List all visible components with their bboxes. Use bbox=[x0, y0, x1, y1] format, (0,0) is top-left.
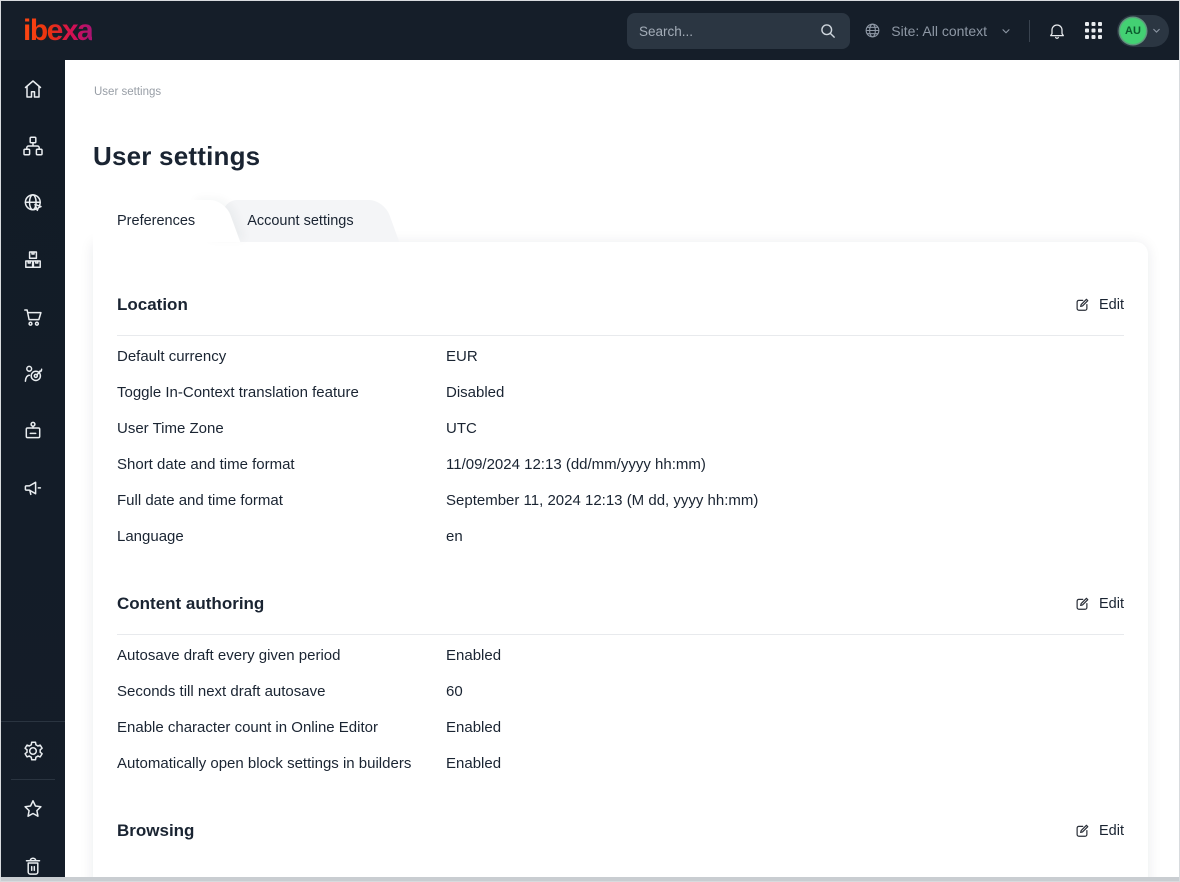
section-title: Location bbox=[117, 294, 188, 316]
settings-row: User Time ZoneUTC bbox=[117, 411, 1124, 447]
main-content: User settings User settings Preferences … bbox=[65, 60, 1179, 878]
row-label: Language bbox=[117, 527, 446, 547]
edit-icon bbox=[1073, 822, 1091, 840]
row-value: UTC bbox=[446, 419, 477, 439]
sidebar-item-content[interactable] bbox=[1, 117, 65, 174]
settings-row: Toggle In-Context translation featureDis… bbox=[117, 375, 1124, 411]
row-label: Automatically open block settings in bui… bbox=[117, 754, 446, 774]
sidebar-item-dashboard[interactable] bbox=[1, 60, 65, 117]
row-value: Enabled bbox=[446, 754, 501, 774]
section-title: Browsing bbox=[117, 820, 194, 842]
row-label: Autosave draft every given period bbox=[117, 646, 446, 666]
search-input[interactable] bbox=[639, 24, 818, 39]
preferences-panel: Location Edit Default currencyEUR Toggl bbox=[93, 242, 1148, 878]
chevron-down-icon bbox=[1000, 25, 1012, 37]
settings-row: Short date and time format11/09/2024 12:… bbox=[117, 447, 1124, 483]
sidebar-bottom-group bbox=[1, 721, 65, 878]
section-content-authoring: Content authoring Edit Autosave draft ev… bbox=[117, 593, 1124, 782]
sidebar-item-site[interactable] bbox=[1, 174, 65, 231]
page-title: User settings bbox=[93, 140, 1179, 172]
settings-row: Automatically open block settings in bui… bbox=[117, 746, 1124, 782]
settings-row: Full date and time formatSeptember 11, 2… bbox=[117, 483, 1124, 519]
settings-row: Enable character count in Online EditorE… bbox=[117, 710, 1124, 746]
row-label: Short date and time format bbox=[117, 455, 446, 475]
site-icon bbox=[21, 191, 45, 215]
breadcrumb: User settings bbox=[94, 86, 1179, 98]
row-label: Full date and time format bbox=[117, 491, 446, 511]
gear-icon bbox=[21, 739, 45, 763]
row-label: Enable character count in Online Editor bbox=[117, 718, 446, 738]
ibexa-logo[interactable]: ibexa bbox=[23, 14, 92, 48]
tab-label: Preferences bbox=[117, 213, 195, 229]
sidebar-item-marketing[interactable] bbox=[1, 459, 65, 516]
row-label: Seconds till next draft autosave bbox=[117, 682, 446, 702]
row-label: Toggle In-Context translation feature bbox=[117, 383, 446, 403]
tab-label: Account settings bbox=[247, 213, 353, 229]
personalization-icon bbox=[21, 362, 45, 386]
sidebar-item-people[interactable] bbox=[1, 402, 65, 459]
edit-icon bbox=[1073, 296, 1091, 314]
user-menu[interactable]: AU bbox=[1117, 15, 1169, 47]
content-structure-icon bbox=[21, 134, 45, 158]
home-icon bbox=[21, 77, 45, 101]
global-search[interactable] bbox=[627, 13, 850, 49]
sidebar-item-trash[interactable] bbox=[1, 837, 65, 878]
edit-label: Edit bbox=[1099, 596, 1124, 612]
sidebar-item-settings[interactable] bbox=[1, 722, 65, 779]
row-value: en bbox=[446, 527, 463, 547]
cart-icon bbox=[21, 305, 45, 329]
row-value: 60 bbox=[446, 682, 463, 702]
topbar-divider bbox=[1029, 20, 1030, 42]
products-icon bbox=[21, 248, 45, 272]
globe-icon bbox=[863, 21, 882, 40]
row-value: 11/09/2024 12:13 (dd/mm/yyyy hh:mm) bbox=[446, 455, 706, 475]
settings-row: Autosave draft every given periodEnabled bbox=[117, 638, 1124, 674]
avatar: AU bbox=[1120, 18, 1146, 44]
bell-icon bbox=[1047, 21, 1067, 41]
site-context-label: Site: All context bbox=[891, 23, 987, 39]
section-location: Location Edit Default currencyEUR Toggl bbox=[117, 294, 1124, 555]
edit-location-button[interactable]: Edit bbox=[1073, 296, 1124, 314]
row-value: September 11, 2024 12:13 (M dd, yyyy hh:… bbox=[446, 491, 758, 511]
sidebar-item-bookmarks[interactable] bbox=[1, 780, 65, 837]
site-context-selector[interactable]: Site: All context bbox=[863, 21, 1012, 40]
topbar-right-controls: Site: All context AU bbox=[863, 1, 1169, 60]
top-bar: ibexa Site: All context bbox=[1, 1, 1179, 60]
settings-row: Languageen bbox=[117, 519, 1124, 555]
edit-label: Edit bbox=[1099, 297, 1124, 313]
section-title: Content authoring bbox=[117, 593, 264, 615]
settings-row: Default currencyEUR bbox=[117, 339, 1124, 375]
app-window: ibexa Site: All context bbox=[0, 0, 1180, 882]
tab-bar: Preferences Account settings bbox=[93, 200, 1179, 242]
row-value: EUR bbox=[446, 347, 478, 367]
notifications-button[interactable] bbox=[1047, 21, 1067, 41]
app-switcher-button[interactable] bbox=[1085, 22, 1102, 39]
section-browsing: Browsing Edit bbox=[117, 820, 1124, 842]
trash-icon bbox=[21, 854, 45, 878]
sidebar-item-products[interactable] bbox=[1, 231, 65, 288]
edit-icon bbox=[1073, 595, 1091, 613]
sidebar-item-commerce[interactable] bbox=[1, 288, 65, 345]
chevron-down-icon bbox=[1151, 25, 1162, 36]
row-label: Default currency bbox=[117, 347, 446, 367]
edit-browsing-button[interactable]: Edit bbox=[1073, 822, 1124, 840]
settings-row: Seconds till next draft autosave60 bbox=[117, 674, 1124, 710]
grid-icon bbox=[1085, 22, 1102, 39]
edit-content-authoring-button[interactable]: Edit bbox=[1073, 595, 1124, 613]
star-icon bbox=[21, 797, 45, 821]
tab-preferences[interactable]: Preferences bbox=[93, 200, 205, 242]
row-value: Enabled bbox=[446, 646, 501, 666]
row-value: Disabled bbox=[446, 383, 504, 403]
row-value: Enabled bbox=[446, 718, 501, 738]
tab-account-settings[interactable]: Account settings bbox=[223, 200, 363, 242]
row-label: User Time Zone bbox=[117, 419, 446, 439]
search-icon[interactable] bbox=[818, 21, 838, 41]
main-sidebar bbox=[1, 60, 65, 878]
sidebar-item-personalization[interactable] bbox=[1, 345, 65, 402]
badge-icon bbox=[21, 419, 45, 443]
window-bottom-edge bbox=[1, 877, 1179, 881]
edit-label: Edit bbox=[1099, 823, 1124, 839]
megaphone-icon bbox=[21, 476, 45, 500]
